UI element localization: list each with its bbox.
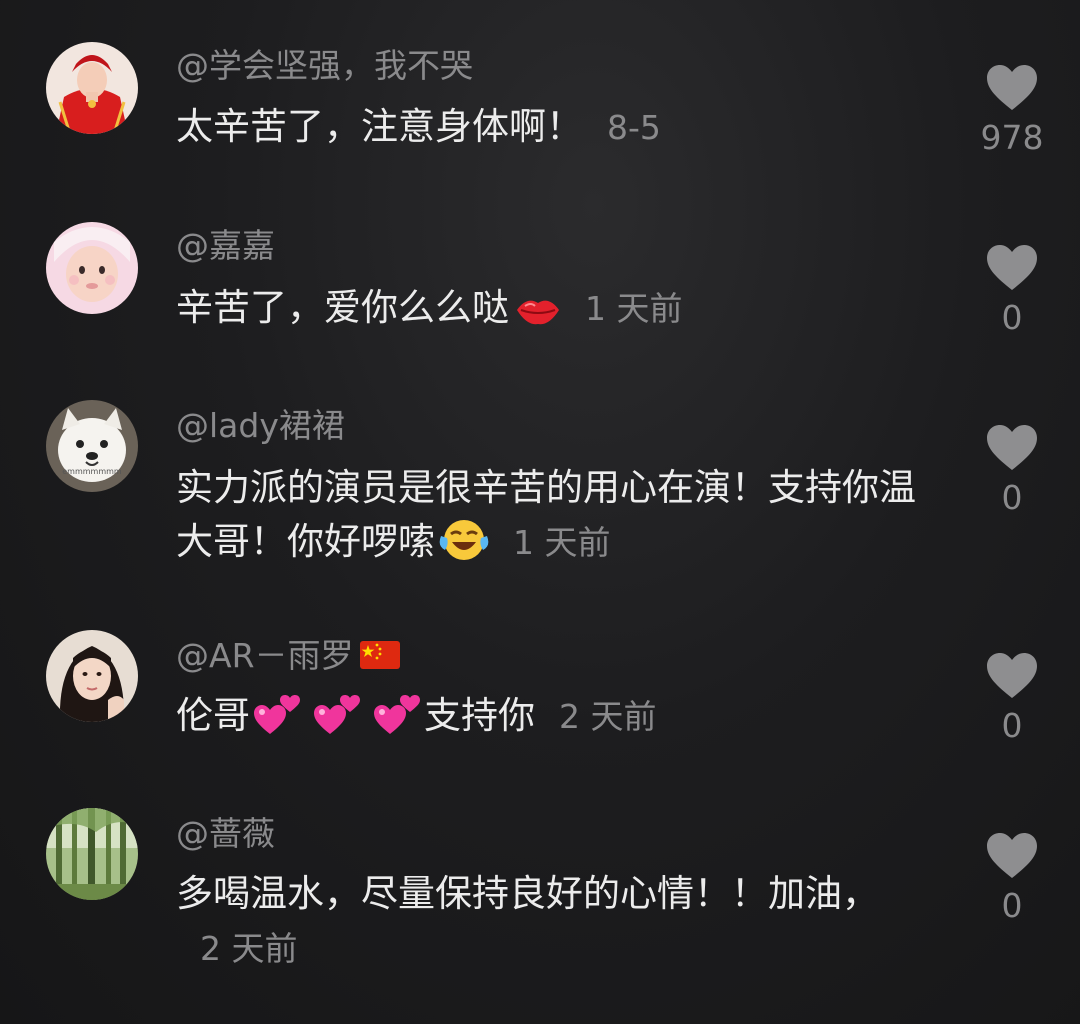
- username[interactable]: @蔷薇: [176, 814, 275, 854]
- heart-icon: [987, 833, 1037, 878]
- samoyed-dog-avatar[interactable]: emmmmmmm: [46, 400, 138, 492]
- username-text: @AR－雨罗: [176, 636, 354, 675]
- username[interactable]: @嘉嘉: [176, 226, 275, 266]
- comment-text: 实力派的演员是很辛苦的用心在演！支持你温大哥！你好啰嗦 1 天前: [176, 461, 926, 577]
- heart-icon: [987, 425, 1037, 470]
- comment-time: 1 天前: [585, 289, 683, 328]
- comment-content: 伦哥: [176, 694, 250, 737]
- like-button[interactable]: 0: [976, 244, 1048, 338]
- comment-time: 2 天前: [559, 697, 657, 736]
- username[interactable]: @AR－雨罗: [176, 636, 400, 678]
- comment-content: 辛苦了，爱你么么哒: [176, 286, 509, 329]
- comment-content: 多喝温水，尽量保持良好的心情！！加油，: [176, 872, 879, 915]
- like-button[interactable]: 0: [976, 832, 1048, 926]
- username[interactable]: @lady裙裙: [176, 406, 345, 446]
- like-button[interactable]: 0: [976, 424, 1048, 518]
- heart-icon: [987, 245, 1037, 290]
- woman-portrait-avatar[interactable]: [46, 630, 138, 722]
- two-hearts-emoji: [372, 690, 424, 751]
- comment-time: 2 天前: [200, 929, 298, 968]
- bride-avatar[interactable]: [46, 42, 138, 134]
- two-hearts-emoji: [312, 690, 364, 751]
- like-button[interactable]: 978: [976, 64, 1048, 158]
- username[interactable]: @学会坚强，我不哭: [176, 46, 473, 86]
- comment-text: 太辛苦了，注意身体啊！ 8-5: [176, 100, 936, 155]
- kiss-lips-emoji: [515, 289, 561, 343]
- baby-avatar[interactable]: [46, 222, 138, 314]
- china-flag-icon: [359, 638, 400, 678]
- comment-text: 多喝温水，尽量保持良好的心情！！加油， 2 天前: [176, 867, 926, 976]
- like-count: 978: [980, 118, 1044, 157]
- like-button[interactable]: 0: [976, 652, 1048, 746]
- heart-icon: [987, 653, 1037, 698]
- comment-content: 太辛苦了，注意身体啊！: [176, 105, 583, 148]
- like-count: 0: [1001, 298, 1023, 337]
- like-count: 0: [1001, 886, 1023, 925]
- comment-text: 伦哥 支持你 2 天前: [176, 689, 936, 751]
- two-hearts-emoji: [252, 690, 304, 751]
- laughing-tears-emoji: [439, 516, 489, 577]
- comment-time: 8-5: [607, 108, 661, 147]
- like-count: 0: [1001, 706, 1023, 745]
- comment-text: 辛苦了，爱你么么哒 1 天前: [176, 281, 936, 343]
- bamboo-forest-avatar[interactable]: [46, 808, 138, 900]
- like-count: 0: [1001, 478, 1023, 517]
- comment-time: 1 天前: [513, 523, 611, 562]
- comment-content-tail: 支持你: [424, 694, 535, 737]
- heart-icon: [987, 65, 1037, 110]
- comment-list: @学会坚强，我不哭 太辛苦了，注意身体啊！ 8-5 978 @嘉嘉 辛苦了，爱你么…: [0, 0, 1080, 1024]
- avatar-caption: emmmmmmm: [62, 467, 122, 476]
